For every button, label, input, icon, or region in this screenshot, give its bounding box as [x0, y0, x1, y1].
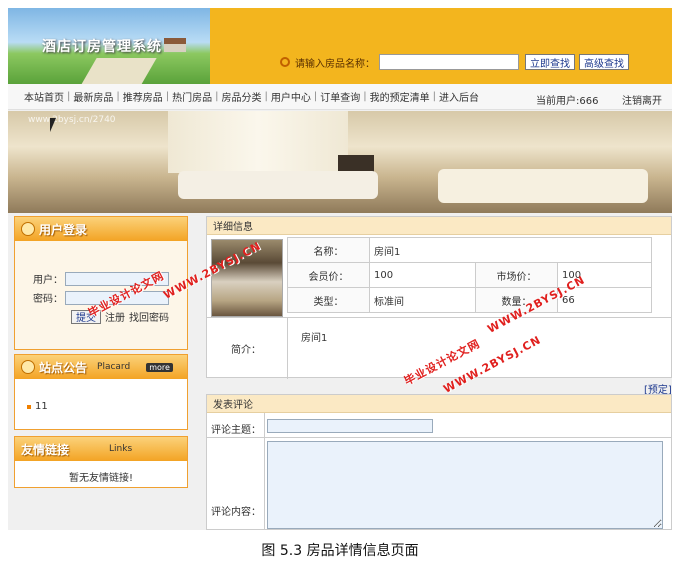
- username-label: 用户：: [33, 275, 63, 286]
- nav-recommended[interactable]: 推荐房品: [123, 89, 163, 104]
- login-title: 用户登录: [39, 222, 88, 237]
- banner-bed: [438, 169, 648, 203]
- member-price-label: 会员价：: [287, 262, 370, 288]
- comment-body-input[interactable]: [267, 441, 663, 529]
- search-button[interactable]: 立即查找: [525, 54, 575, 70]
- browser-page: 酒店订房管理系统 请输入房品名称： 立即查找 高级查找 本站首页 | 最新房品 | …: [8, 8, 672, 530]
- type-label: 类型：: [287, 287, 370, 313]
- logo-house-graphic: [164, 38, 186, 52]
- logo-title: 酒店订房管理系统: [42, 39, 162, 55]
- market-price-label: 市场价：: [475, 262, 558, 288]
- main-nav: 本站首页 | 最新房品 | 推荐房品 | 热门房品 | 房品分类 | 用户中心 | 订单查询…: [8, 84, 672, 110]
- hotel-banner-image: www.2bysj.cn/2740: [8, 111, 672, 213]
- comment-body-label: 评论内容：: [211, 507, 261, 518]
- nav-categories[interactable]: 房品分类: [222, 89, 262, 104]
- users-icon: [21, 222, 35, 236]
- login-header: 用户登录: [15, 217, 187, 241]
- notice-header: 站点公告 Placard more: [15, 355, 187, 379]
- notice-more-button[interactable]: more: [146, 362, 173, 372]
- current-user: 当前用户:666: [536, 96, 599, 107]
- nav-hot[interactable]: 热门房品: [172, 89, 212, 104]
- comment-subject-label: 评论主题：: [211, 425, 261, 436]
- banner-bed: [178, 171, 378, 199]
- name-label: 名称：: [287, 237, 370, 263]
- nav-user-center[interactable]: 用户中心: [271, 89, 311, 104]
- room-info-table: 名称： 房间1 会员价： 100 市场价： 100 类型： 标准间 数量： 66: [287, 237, 652, 313]
- search-label: 请输入房品名称：: [295, 58, 375, 70]
- notice-item[interactable]: 11: [27, 401, 187, 412]
- room-name: 房间1: [369, 237, 652, 263]
- links-empty-text: 暂无友情链接!: [68, 473, 133, 484]
- links-panel: 友情链接 Links 暂无友情链接!: [14, 436, 188, 488]
- password-label: 密码：: [33, 294, 63, 305]
- comment-header: 发表评论: [207, 395, 671, 413]
- forgot-password-link[interactable]: 找回密码: [129, 309, 169, 324]
- search-bar: 请输入房品名称： 立即查找 高级查找: [280, 54, 633, 70]
- nav-my-bookings[interactable]: 我的预定清单: [370, 89, 430, 104]
- nav-new-rooms[interactable]: 最新房品: [73, 89, 113, 104]
- banner-watermark: www.2bysj.cn/2740: [28, 115, 116, 125]
- nav-admin[interactable]: 进入后台: [439, 89, 479, 104]
- figure-caption: 图 5.3 房品详情信息页面: [261, 543, 419, 559]
- logout-link[interactable]: 注销离开: [622, 92, 662, 107]
- notice-en-title: Placard: [97, 362, 131, 372]
- comment-panel: 发表评论 评论主题： 评论内容：: [206, 394, 672, 530]
- banner-window: [168, 111, 348, 173]
- comment-subject-input[interactable]: [267, 419, 433, 433]
- logo-path-graphic: [79, 58, 157, 84]
- links-en-title: Links: [109, 444, 133, 454]
- mouse-cursor-icon: [50, 118, 56, 132]
- intro-label: 简介：: [231, 345, 261, 356]
- divider: [207, 317, 672, 318]
- links-header: 友情链接 Links: [15, 437, 187, 461]
- divider: [287, 317, 288, 379]
- divider: [207, 437, 672, 438]
- detail-header: 详细信息: [207, 217, 671, 235]
- bullet-icon: [27, 404, 31, 409]
- bulb-icon: [21, 360, 35, 374]
- links-title: 友情链接: [21, 442, 70, 457]
- site-logo[interactable]: 酒店订房管理系统: [8, 8, 210, 84]
- intro-text: 房间1: [301, 333, 328, 344]
- nav-home[interactable]: 本站首页: [24, 89, 64, 104]
- nav-orders[interactable]: 订单查询: [320, 89, 360, 104]
- advanced-search-button[interactable]: 高级查找: [579, 54, 629, 70]
- member-price: 100: [369, 262, 476, 288]
- search-input[interactable]: [379, 54, 519, 70]
- room-type: 标准间: [369, 287, 476, 313]
- notice-title: 站点公告: [39, 360, 88, 375]
- notice-item-text[interactable]: 11: [35, 401, 48, 412]
- site-header: 酒店订房管理系统 请输入房品名称： 立即查找 高级查找: [8, 8, 672, 84]
- divider: [264, 413, 265, 530]
- notice-panel: 站点公告 Placard more 11: [14, 354, 188, 430]
- search-icon: [280, 57, 290, 67]
